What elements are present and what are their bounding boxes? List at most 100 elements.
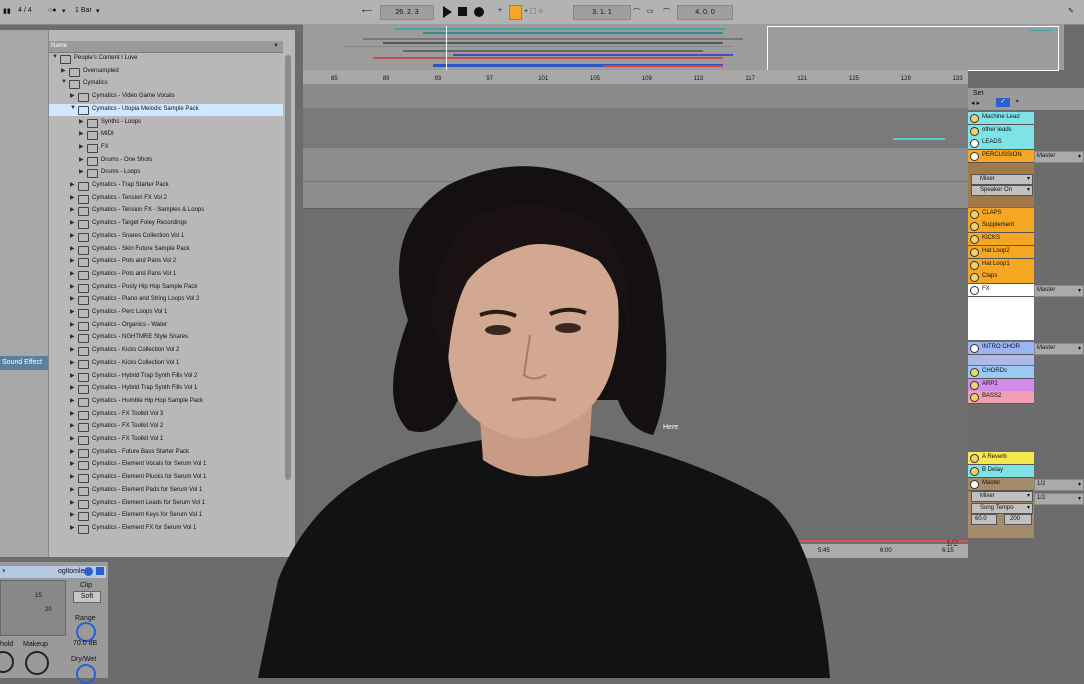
quantize-select[interactable]: 1 Bar bbox=[75, 7, 92, 14]
overview-viewport[interactable] bbox=[767, 26, 1059, 71]
track-activator-icon[interactable] bbox=[970, 381, 979, 390]
browser-item[interactable]: ▶ Cymatics - Hybrid Trap Synth Fills Vol … bbox=[49, 371, 283, 383]
expand-icon[interactable]: ▾ bbox=[2, 567, 6, 575]
sidebar-item-sound-effect[interactable]: Sound Effect bbox=[0, 356, 48, 370]
chevron-right-icon[interactable]: ▶ bbox=[70, 295, 75, 302]
browser-item[interactable]: ▶ MIDI bbox=[49, 129, 283, 141]
browser-item[interactable]: ▼ People's Content I Love bbox=[49, 53, 283, 65]
track-header[interactable]: Master bbox=[968, 478, 1034, 491]
browser-item[interactable]: ▶ Oversampled bbox=[49, 66, 283, 78]
browser-item[interactable]: ▶ Cymatics - NGHTMRE Style Snares bbox=[49, 332, 283, 344]
chevron-right-icon[interactable]: ▶ bbox=[70, 448, 75, 455]
browser-item[interactable]: ▶ Drums - Loops bbox=[49, 167, 283, 179]
browser-item[interactable]: ▶ Synths - Loops bbox=[49, 117, 283, 129]
track-header[interactable]: B Delay bbox=[968, 465, 1034, 478]
tempo-max-field[interactable]: 200 bbox=[1004, 514, 1032, 525]
chevron-right-icon[interactable]: ▶ bbox=[70, 245, 75, 252]
loop-switch-icon[interactable]: ▭ bbox=[647, 7, 654, 15]
browser-item[interactable]: ▶ FX bbox=[49, 142, 283, 154]
chevron-down-icon[interactable]: ▼ bbox=[61, 79, 67, 85]
browser-item[interactable]: ▶ Cymatics - FX Toolkit Vol 1 bbox=[49, 434, 283, 446]
chevron-down-icon[interactable]: ▼ bbox=[52, 54, 58, 60]
browser-item[interactable]: ▶ Cymatics - Posty Hip Hop Sample Pack bbox=[49, 282, 283, 294]
track-header[interactable]: Claps bbox=[968, 271, 1034, 284]
chevron-right-icon[interactable]: ▶ bbox=[70, 270, 75, 277]
chevron-right-icon[interactable]: ▶ bbox=[79, 168, 84, 175]
arrow-left-right-icon[interactable]: ◂ ▸ bbox=[971, 99, 980, 107]
track-header[interactable]: KICKS bbox=[968, 233, 1034, 246]
track-header[interactable]: CHORDs bbox=[968, 366, 1034, 379]
track-activator-icon[interactable] bbox=[970, 467, 979, 476]
browser-item[interactable]: ▶ Cymatics - Element Plucks for Serum Vol… bbox=[49, 472, 283, 484]
time-signature[interactable]: 4 / 4 bbox=[18, 7, 32, 14]
browser-item[interactable]: ▶ Cymatics - Hybrid Trap Synth Fills Vol … bbox=[49, 383, 283, 395]
browser-item[interactable]: ▶ Cymatics - Element Pads for Serum Vol 1 bbox=[49, 485, 283, 497]
save-preset-icon[interactable] bbox=[96, 567, 104, 575]
browser-item[interactable]: ▼ Cymatics - Utopia Melodic Sample Pack bbox=[49, 103, 283, 116]
track-activator-icon[interactable] bbox=[970, 235, 979, 244]
chevron-right-icon[interactable]: ▶ bbox=[70, 346, 75, 353]
chevron-right-icon[interactable]: ▶ bbox=[70, 422, 75, 429]
chevron-right-icon[interactable]: ▶ bbox=[61, 67, 66, 74]
lock-icon[interactable]: ▪ bbox=[1016, 98, 1018, 105]
browser-item[interactable]: ▼ Cymatics bbox=[49, 78, 283, 90]
chevron-right-icon[interactable]: ▶ bbox=[79, 143, 84, 150]
chevron-right-icon[interactable]: ▶ bbox=[79, 118, 84, 125]
song-position[interactable]: 26. 2. 3 bbox=[380, 5, 434, 20]
browser-item[interactable]: ▶ Cymatics - Trap Starter Pack bbox=[49, 180, 283, 192]
track-activator-icon[interactable] bbox=[970, 454, 979, 463]
track-header[interactable]: PERCUSSION bbox=[968, 150, 1034, 163]
chevron-right-icon[interactable]: ▶ bbox=[70, 219, 75, 226]
browser-item[interactable]: ▶ Cymatics - FX Toolkit Vol 2 bbox=[49, 421, 283, 433]
chevron-right-icon[interactable]: ▶ bbox=[79, 130, 84, 137]
browser-item[interactable]: ▶ Cymatics - Video Game Vocals bbox=[49, 91, 283, 103]
browser-item[interactable]: ▶ Cymatics - Pots and Pans Vol 1 bbox=[49, 269, 283, 281]
track-header[interactable]: Machine Lead bbox=[968, 112, 1034, 125]
chevron-right-icon[interactable]: ▶ bbox=[70, 397, 75, 404]
master-output-select[interactable]: 1/2 ▾ bbox=[1034, 479, 1084, 491]
browser-item[interactable]: ▶ Cymatics - Humble Hip Hop Sample Pack bbox=[49, 396, 283, 408]
draw-mode-icon[interactable]: ✎ bbox=[1068, 7, 1074, 15]
chevron-right-icon[interactable]: ▶ bbox=[70, 410, 75, 417]
range-value[interactable]: 70.0 dB bbox=[73, 640, 97, 647]
chevron-right-icon[interactable]: ▶ bbox=[70, 473, 75, 480]
master-output-select[interactable]: 1/2 ▾ bbox=[1034, 493, 1084, 505]
chevron-right-icon[interactable]: ▶ bbox=[70, 372, 75, 379]
chevron-right-icon[interactable]: ▶ bbox=[79, 156, 84, 163]
chevron-right-icon[interactable]: ▶ bbox=[70, 333, 75, 340]
track-activator-icon[interactable] bbox=[970, 393, 979, 402]
browser-item[interactable]: ▶ Cymatics - Element FX for Serum Vol 1 bbox=[49, 523, 283, 535]
chevron-right-icon[interactable]: ▶ bbox=[70, 486, 75, 493]
chevron-right-icon[interactable]: ▶ bbox=[70, 511, 75, 518]
chevron-right-icon[interactable]: ▶ bbox=[70, 194, 75, 201]
dry-wet-knob[interactable] bbox=[76, 664, 96, 684]
track-activator-icon[interactable] bbox=[970, 368, 979, 377]
browser-item[interactable]: ▶ Cymatics - Kicks Collection Vol 2 bbox=[49, 345, 283, 357]
browser-item[interactable]: ▶ Cymatics - Perc Loops Vol 1 bbox=[49, 307, 283, 319]
track-activator-icon[interactable] bbox=[970, 210, 979, 219]
browser-item[interactable]: ▶ Cymatics - Snares Collection Vol 1 bbox=[49, 231, 283, 243]
browser-item[interactable]: ▶ Cymatics - Piano and String Loops Vol 2 bbox=[49, 294, 283, 306]
power-icon[interactable] bbox=[84, 567, 93, 576]
makeup-knob[interactable] bbox=[25, 651, 49, 675]
loop-start[interactable]: 3. 1. 1 bbox=[573, 5, 631, 20]
browser-item[interactable]: ▶ Cymatics - Organics - Water bbox=[49, 320, 283, 332]
arrangement-icon[interactable]: ▮▮ bbox=[3, 7, 11, 15]
automation-chooser[interactable]: Mixer ▾ bbox=[971, 174, 1033, 185]
browser-item[interactable]: ▶ Cymatics - Kicks Collection Vol 1 bbox=[49, 358, 283, 370]
chevron-right-icon[interactable]: ▶ bbox=[70, 435, 75, 442]
browser-column-header[interactable]: Name ▼ bbox=[49, 41, 283, 53]
output-routing-select[interactable]: Master ▾ bbox=[1034, 151, 1084, 163]
chevron-right-icon[interactable]: ▶ bbox=[70, 460, 75, 467]
check-icon[interactable]: ✓ bbox=[996, 98, 1010, 107]
record-icon[interactable] bbox=[474, 7, 484, 17]
browser-item[interactable]: ▶ Cymatics - Element Keys for Serum Vol 1 bbox=[49, 510, 283, 522]
track-header[interactable]: INTRO CHOR bbox=[968, 342, 1034, 355]
output-routing-select[interactable]: Master ▾ bbox=[1034, 285, 1084, 297]
back-to-arrangement-icon[interactable]: ⟵ bbox=[362, 7, 372, 15]
track-header[interactable]: Hat Loop2 bbox=[968, 246, 1034, 259]
automation-arm-icon[interactable]: + ⬚ ○ bbox=[524, 7, 543, 15]
output-routing-select[interactable]: Master ▾ bbox=[1034, 343, 1084, 355]
track-activator-icon[interactable] bbox=[970, 273, 979, 282]
loop-length[interactable]: 4. 0. 0 bbox=[677, 5, 733, 20]
